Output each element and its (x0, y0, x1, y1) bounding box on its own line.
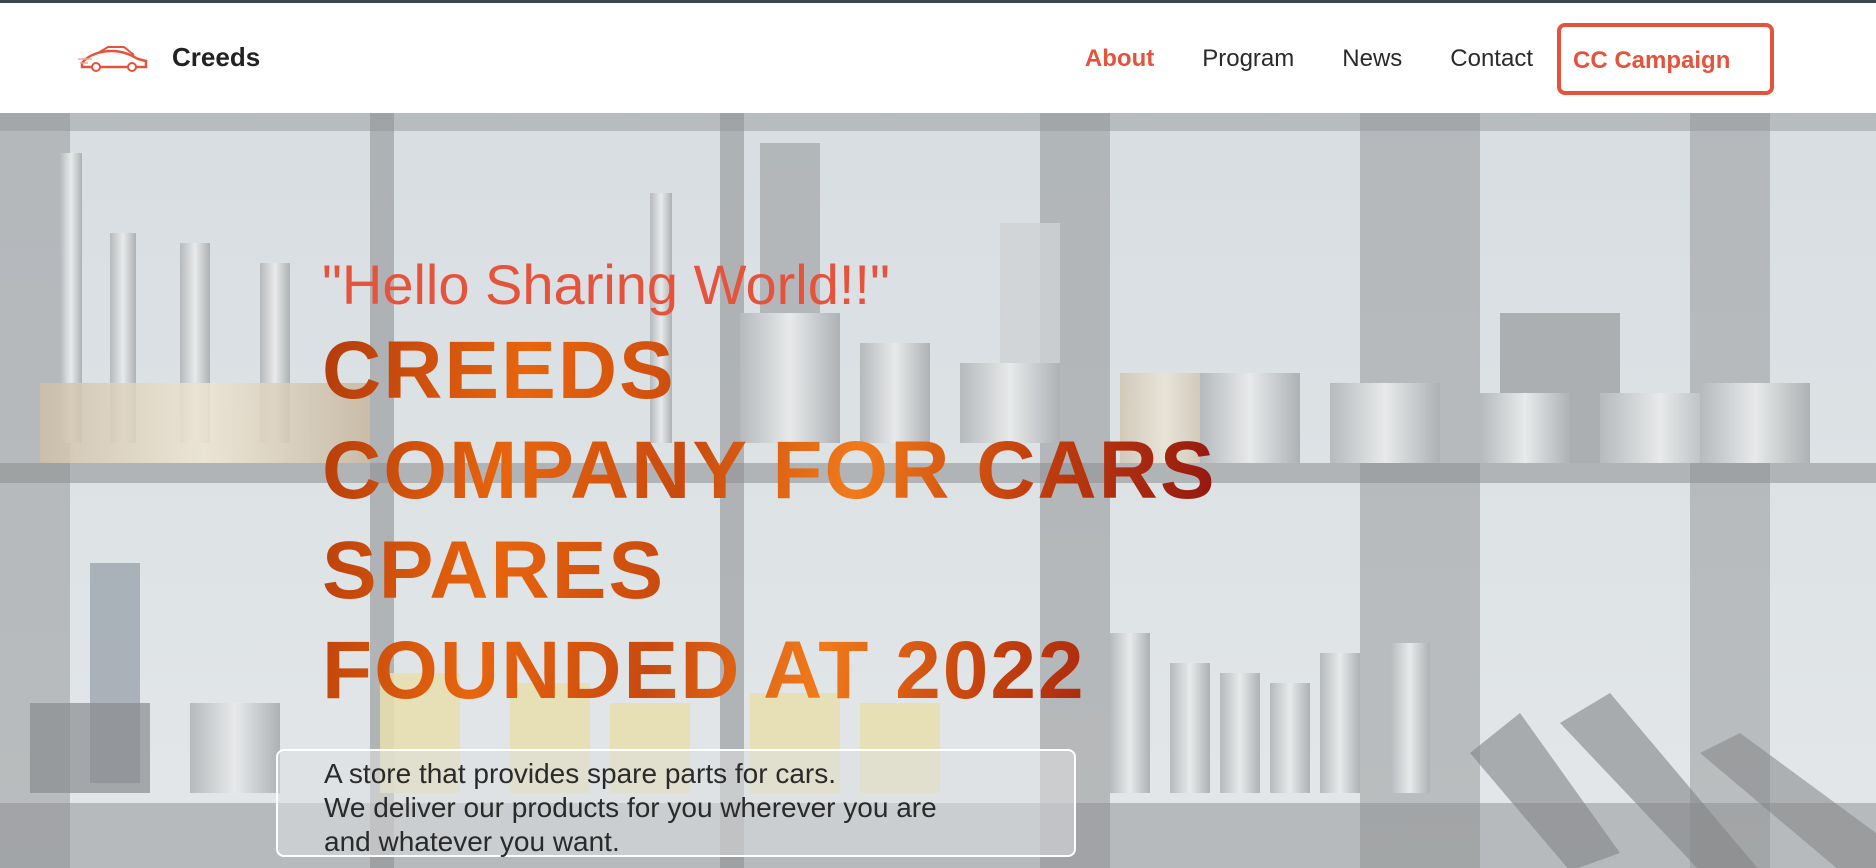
hero-tagline: "Hello Sharing World!!" (322, 253, 890, 316)
nav-link-contact[interactable]: Contact (1450, 45, 1533, 73)
description-line-3: and whatever you want. (324, 826, 620, 857)
hero-section: "Hello Sharing World!!" CREEDS COMPANY F… (0, 113, 1876, 868)
navbar: Creeds About Program News Contact CC Cam… (0, 3, 1876, 113)
hero-headline: CREEDS COMPANY FOR CARS SPARES FOUNDED A… (322, 321, 1217, 721)
cc-campaign-button[interactable]: CC Campaign (1557, 23, 1774, 95)
hero-description-box: A store that provides spare parts for ca… (276, 749, 1076, 857)
description-line-2: We deliver our products for you wherever… (324, 792, 937, 823)
car-logo-icon (78, 46, 148, 72)
page: Creeds About Program News Contact CC Cam… (0, 0, 1876, 868)
brand[interactable]: Creeds (78, 31, 260, 83)
brand-name: Creeds (172, 41, 261, 72)
headline-line-1: CREEDS (322, 325, 676, 416)
nav-link-about[interactable]: About (1085, 45, 1154, 73)
hero-content: "Hello Sharing World!!" CREEDS COMPANY F… (322, 253, 1217, 721)
headline-line-4: FOUNDED AT 2022 (322, 625, 1086, 716)
nav-links: About Program News Contact CC Campaign (1037, 23, 1774, 95)
headline-line-3: SPARES (322, 525, 666, 616)
description-line-1: A store that provides spare parts for ca… (324, 758, 837, 789)
nav-link-news[interactable]: News (1342, 45, 1402, 73)
nav-link-program[interactable]: Program (1202, 45, 1294, 73)
headline-line-2: COMPANY FOR CARS (322, 425, 1217, 516)
